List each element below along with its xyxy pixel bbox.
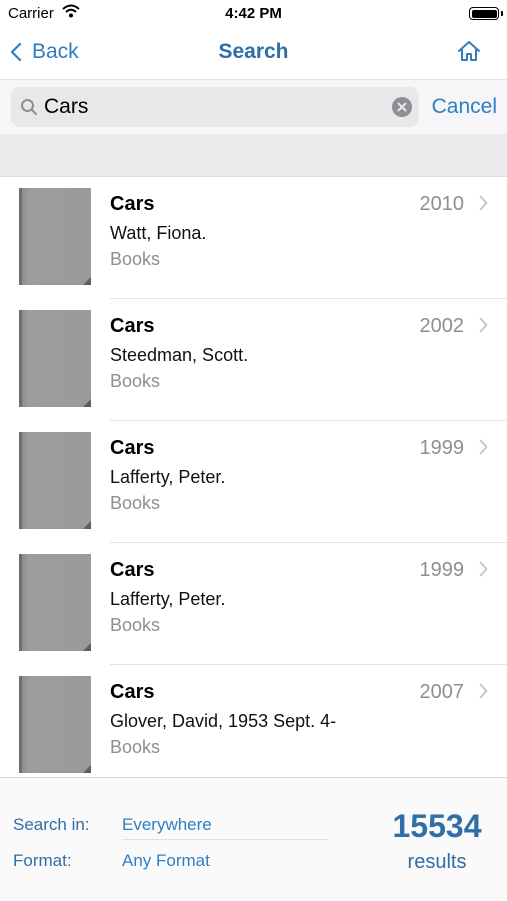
item-year: 2010 (419, 193, 465, 215)
item-format: Books (110, 493, 161, 513)
chevron-right-icon (479, 195, 488, 211)
chevron-right-icon (479, 683, 488, 699)
search-box[interactable] (11, 87, 419, 127)
search-icon (20, 98, 38, 121)
list-item[interactable]: Cars Steedman, Scott. Books 2002 (0, 299, 507, 421)
item-year: 1999 (419, 437, 465, 459)
search-input[interactable] (44, 87, 384, 127)
book-cover-image (19, 554, 91, 651)
book-cover-image (19, 432, 91, 529)
item-format: Books (110, 249, 161, 269)
item-title: Cars (110, 437, 155, 459)
cancel-button[interactable]: Cancel (432, 95, 497, 119)
chevron-right-icon (479, 317, 488, 333)
status-time: 4:42 PM (225, 5, 282, 22)
footer-divider (122, 839, 327, 840)
item-format: Books (110, 615, 161, 635)
item-author: Watt, Fiona. (110, 223, 207, 243)
results-label: results (407, 851, 467, 873)
search-in-label: Search in: (13, 815, 90, 834)
item-title: Cars (110, 681, 155, 703)
item-title: Cars (110, 559, 155, 581)
home-button[interactable] (456, 39, 482, 68)
clear-icon[interactable] (392, 97, 412, 122)
page-title: Search (218, 40, 289, 63)
search-area: Cancel (0, 79, 507, 134)
book-cover-image (19, 310, 91, 407)
battery-icon (469, 7, 499, 20)
search-in-selector[interactable]: Everywhere (122, 815, 212, 835)
result-count: 15534 (392, 808, 482, 844)
home-icon (458, 41, 480, 61)
book-cover-image (19, 188, 91, 285)
item-format: Books (110, 371, 161, 391)
book-cover-image (19, 676, 91, 773)
item-year: 2007 (419, 681, 465, 703)
item-author: Glover, David, 1953 Sept. 4- (110, 711, 337, 731)
section-header (0, 134, 507, 177)
format-label: Format: (13, 851, 72, 870)
item-title: Cars (110, 315, 155, 337)
item-year: 2002 (419, 315, 465, 337)
item-author: Lafferty, Peter. (110, 589, 226, 609)
item-author: Lafferty, Peter. (110, 467, 226, 487)
search-footer: Search in: Everywhere Format: Any Format… (0, 777, 507, 901)
list-item[interactable]: Cars Lafferty, Peter. Books 1999 (0, 421, 507, 543)
results-list: Cars Watt, Fiona. Books 2010 Cars Steedm… (0, 177, 507, 777)
item-format: Books (110, 737, 161, 757)
status-bar: Carrier 4:42 PM (0, 0, 507, 28)
item-year: 1999 (419, 559, 465, 581)
item-author: Steedman, Scott. (110, 345, 249, 365)
navigation-bar: Back Search (0, 28, 507, 78)
list-item[interactable]: Cars Glover, David, 1953 Sept. 4- Books … (0, 665, 507, 777)
item-title: Cars (110, 193, 155, 215)
chevron-right-icon (479, 561, 488, 577)
list-item[interactable]: Cars Watt, Fiona. Books 2010 (0, 177, 507, 299)
format-selector[interactable]: Any Format (122, 851, 210, 871)
list-item[interactable]: Cars Lafferty, Peter. Books 1999 (0, 543, 507, 665)
chevron-right-icon (479, 439, 488, 455)
battery-tip (501, 11, 503, 16)
